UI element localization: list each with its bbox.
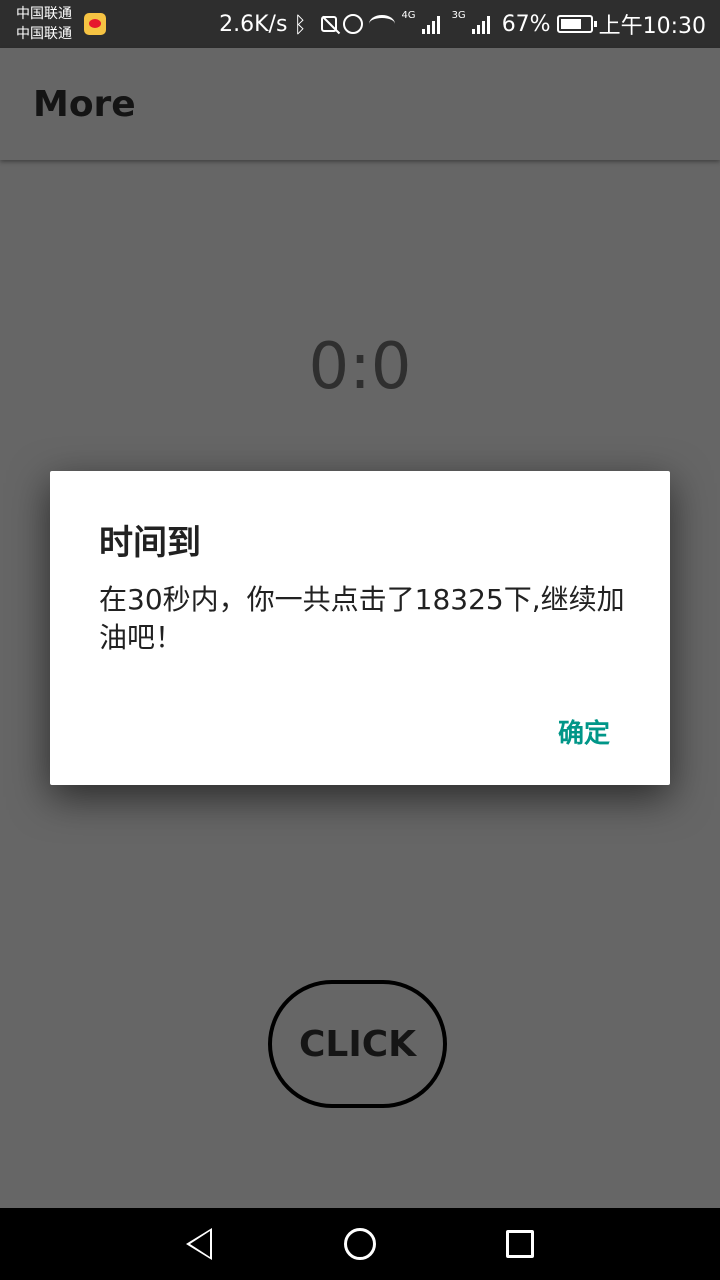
recent-apps-icon[interactable] <box>506 1230 534 1258</box>
home-icon[interactable] <box>344 1228 376 1260</box>
alert-dialog: 时间到 在30秒内，你一共点击了18325下,继续加油吧！ 确定 <box>50 471 670 785</box>
wifi-icon <box>369 15 396 33</box>
click-button[interactable]: CLICK <box>268 980 447 1108</box>
navigation-bar <box>0 1208 720 1280</box>
app-bar: More <box>0 48 720 160</box>
dialog-title: 时间到 <box>99 523 201 563</box>
page-title: More <box>33 84 136 125</box>
carrier-1: 中国联通 <box>16 6 72 22</box>
weibo-notification-icon <box>84 13 106 35</box>
status-bar: 中国联通 中国联通 2.6K/s 4G 3G 67% 上午10:30 <box>0 0 720 48</box>
signal-icon <box>471 14 496 34</box>
dialog-message: 在30秒内，你一共点击了18325下,继续加油吧！ <box>99 583 625 654</box>
mute-icon <box>321 16 338 32</box>
bluetooth-icon <box>293 13 315 35</box>
timer-display: 0:0 <box>308 330 412 404</box>
network-type-2: 3G <box>451 10 466 21</box>
signal-icon <box>421 14 446 34</box>
confirm-button[interactable]: 确定 <box>558 713 610 750</box>
network-type-1: 4G <box>401 10 416 21</box>
carrier-2: 中国联通 <box>16 26 72 42</box>
alarm-icon <box>343 14 364 34</box>
status-indicators: 2.6K/s 4G 3G 67% 上午10:30 <box>219 0 706 48</box>
back-icon[interactable] <box>186 1228 212 1260</box>
clock: 上午10:30 <box>598 14 706 39</box>
battery-percent: 67% <box>501 11 551 37</box>
network-speed: 2.6K/s <box>219 11 288 37</box>
carrier-info: 中国联通 中国联通 <box>16 4 72 44</box>
battery-icon <box>556 15 597 33</box>
